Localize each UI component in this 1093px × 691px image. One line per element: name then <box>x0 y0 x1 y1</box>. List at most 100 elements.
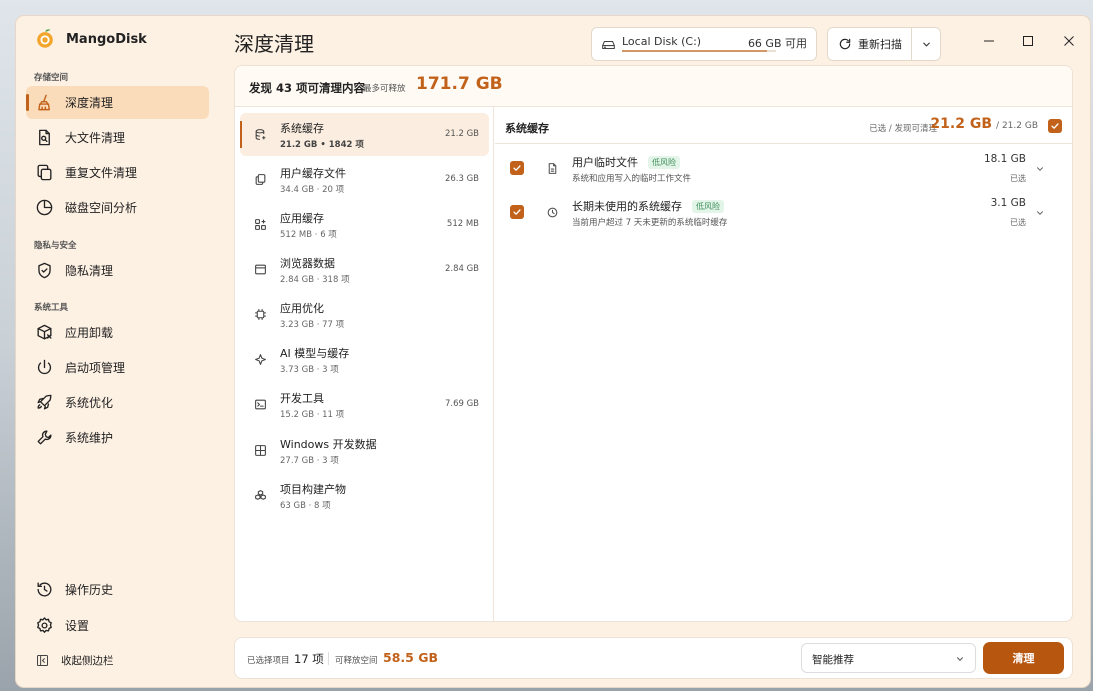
category-name: Windows 开发数据 <box>280 438 377 451</box>
category-size: 21.2 GB <box>444 129 479 139</box>
category-system-cache[interactable]: 系统缓存 21.2 GB • 1842 项 21.2 GB <box>240 113 489 156</box>
detail-header: 系统缓存 已选 / 发现可清理 21.2 GB / 21.2 GB <box>495 107 1072 144</box>
sidebar-item-uninstall[interactable]: 应用卸载 <box>26 316 209 349</box>
browser-icon <box>255 264 266 275</box>
check-icon <box>513 165 521 171</box>
clean-mode-select[interactable]: 智能推荐 <box>801 643 976 673</box>
sidebar-item-privacy-clean[interactable]: 隐私清理 <box>26 254 209 287</box>
item-description: 系统和应用写入的临时工作文件 <box>572 174 692 184</box>
sidebar-item-label: 设置 <box>65 619 90 633</box>
item-checkbox[interactable] <box>510 205 524 219</box>
gear-icon <box>37 617 52 633</box>
results-panel: 发现 43 项可清理内容 最多可释放 171.7 GB 系统缓存 21.2 GB… <box>234 65 1073 622</box>
category-stats: 3.23 GB · 77 项 <box>280 320 345 330</box>
max-free-label: 最多可释放 <box>363 84 406 94</box>
detail-title: 系统缓存 <box>505 122 549 135</box>
pie-chart-icon <box>36 199 53 216</box>
category-windows-dev-data[interactable]: Windows 开发数据 27.7 GB · 3 项 <box>240 429 489 472</box>
detail-selected-value: 21.2 GB <box>930 116 992 132</box>
disk-selector[interactable]: Local Disk (C:) 66 GB 可用 <box>591 27 817 61</box>
results-summary: 发现 43 项可清理内容 最多可释放 171.7 GB <box>235 66 1072 107</box>
sidebar: MangoDisk 存储空间 深度清理 大文件清理 重复文件清理 磁盘空间分析 … <box>16 16 218 687</box>
chevron-down-icon <box>922 42 930 47</box>
rescan-button[interactable]: 重新扫描 <box>828 28 912 60</box>
category-stats: 21.2 GB • 1842 项 <box>280 140 364 150</box>
sparkle-icon <box>255 354 266 365</box>
collapse-sidebar-button[interactable]: 收起侧边栏 <box>26 644 209 677</box>
category-name: 应用优化 <box>280 302 324 315</box>
category-name: 应用缓存 <box>280 212 324 225</box>
clock-icon <box>547 207 558 218</box>
sidebar-item-label: 隐私清理 <box>65 264 114 278</box>
rocket-icon <box>37 394 52 410</box>
sidebar-item-label: 系统优化 <box>65 396 114 410</box>
sidebar-item-disk-analysis[interactable]: 磁盘空间分析 <box>26 191 209 224</box>
sidebar-item-label: 深度清理 <box>65 96 114 110</box>
sidebar-item-maintenance[interactable]: 系统维护 <box>26 421 209 454</box>
category-browser-data[interactable]: 浏览器数据 2.84 GB · 318 项 2.84 GB <box>240 248 489 291</box>
close-button[interactable] <box>1056 30 1082 52</box>
copy-icon <box>37 164 52 181</box>
windows-icon <box>255 445 266 456</box>
clean-button[interactable]: 清理 <box>983 642 1064 674</box>
terminal-icon <box>255 399 266 410</box>
brand: MangoDisk <box>34 28 147 50</box>
item-description: 当前用户超过 7 天未更新的系统临时缓存 <box>572 218 728 228</box>
item-name: 用户临时文件 <box>572 156 638 169</box>
maximize-button[interactable] <box>1015 30 1041 52</box>
category-name: 系统缓存 <box>280 122 324 135</box>
category-stats: 63 GB · 8 项 <box>280 501 331 511</box>
sidebar-item-duplicates[interactable]: 重复文件清理 <box>26 156 209 189</box>
section-tools: 系统工具 <box>34 303 69 313</box>
list-item: 用户临时文件 低风险 系统和应用写入的临时工作文件 18.1 GB 已选 <box>495 148 1072 192</box>
check-icon <box>1051 123 1059 129</box>
sidebar-item-large-files[interactable]: 大文件清理 <box>26 121 209 154</box>
expand-chevron-icon[interactable] <box>1035 164 1045 174</box>
history-icon <box>37 582 52 597</box>
app-name: MangoDisk <box>66 31 147 47</box>
sidebar-item-label: 启动项管理 <box>65 361 126 375</box>
list-item: 长期未使用的系统缓存 低风险 当前用户超过 7 天未更新的系统临时缓存 3.1 … <box>495 192 1072 236</box>
category-build-artifacts[interactable]: 项目构建产物 63 GB · 8 项 <box>240 474 489 517</box>
category-ai-models[interactable]: AI 模型与缓存 3.73 GB · 3 项 <box>240 338 489 381</box>
check-icon <box>513 209 521 215</box>
sidebar-item-history[interactable]: 操作历史 <box>26 573 209 606</box>
category-app-cache[interactable]: 应用缓存 512 MB · 6 项 512 MB <box>240 203 489 246</box>
category-size: 2.84 GB <box>444 264 479 274</box>
app-window: MangoDisk 存储空间 深度清理 大文件清理 重复文件清理 磁盘空间分析 … <box>16 16 1090 687</box>
wrench-icon <box>37 430 52 445</box>
item-state: 已选 <box>1010 174 1026 183</box>
action-bar: 已选择项目 17 项 可释放空间 58.5 GB 智能推荐 清理 <box>234 637 1073 679</box>
category-app-optimize[interactable]: 应用优化 3.23 GB · 77 项 <box>240 293 489 336</box>
sidebar-item-label: 磁盘空间分析 <box>65 201 138 215</box>
sidebar-item-deep-clean[interactable]: 深度清理 <box>26 86 209 119</box>
category-name: 开发工具 <box>280 392 324 405</box>
item-checkbox[interactable] <box>510 161 524 175</box>
disk-name: Local Disk (C:) <box>622 35 702 48</box>
rescan-split-button: 重新扫描 <box>827 27 941 61</box>
boxes-icon <box>255 490 266 500</box>
rescan-dropdown-button[interactable] <box>912 28 940 60</box>
category-name: 用户缓存文件 <box>280 167 346 180</box>
category-stats: 15.2 GB · 11 项 <box>280 410 345 420</box>
package-x-icon <box>37 324 52 340</box>
sidebar-item-label: 系统维护 <box>65 431 114 445</box>
risk-badge: 低风险 <box>648 156 680 169</box>
sidebar-item-startup[interactable]: 启动项管理 <box>26 351 209 384</box>
broom-icon <box>38 94 50 111</box>
expand-chevron-icon[interactable] <box>1035 208 1045 218</box>
detail-selected-label: 已选 / 发现可清理 <box>869 124 937 134</box>
sidebar-item-settings[interactable]: 设置 <box>26 609 209 642</box>
category-detail: 系统缓存 已选 / 发现可清理 21.2 GB / 21.2 GB 用户临时文件… <box>495 107 1072 621</box>
sidebar-item-label: 大文件清理 <box>65 131 126 145</box>
category-dev-tools[interactable]: 开发工具 15.2 GB · 11 项 7.69 GB <box>240 383 489 426</box>
category-user-cache[interactable]: 用户缓存文件 34.4 GB · 20 项 26.3 GB <box>240 158 489 201</box>
shield-check-icon <box>38 262 51 279</box>
minimize-button[interactable] <box>976 30 1002 52</box>
chip-icon <box>255 309 266 320</box>
disk-usage-bar <box>622 50 776 52</box>
sidebar-item-optimize[interactable]: 系统优化 <box>26 386 209 419</box>
select-all-checkbox[interactable] <box>1048 119 1062 133</box>
category-name: 浏览器数据 <box>280 257 335 270</box>
category-list: 系统缓存 21.2 GB • 1842 项 21.2 GB 用户缓存文件 34.… <box>235 107 494 621</box>
